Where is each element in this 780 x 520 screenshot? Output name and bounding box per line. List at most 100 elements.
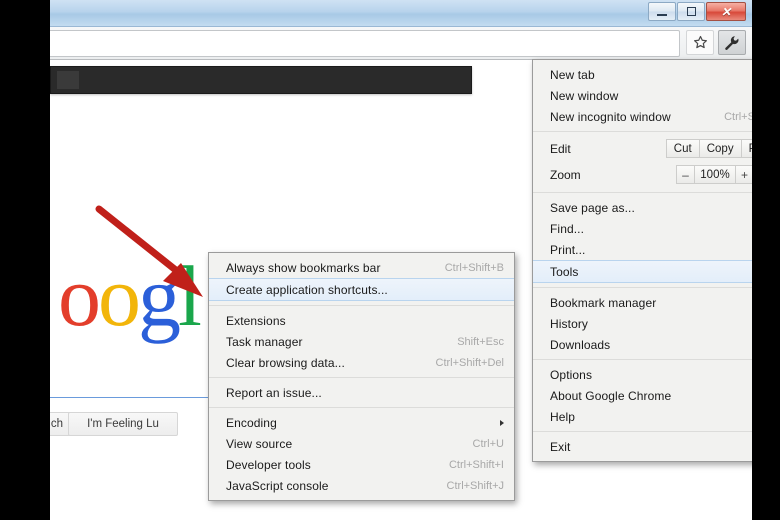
menu-item-shortcut: Ctrl+Shift+I — [448, 458, 504, 471]
window-titlebar: ✕ — [50, 0, 752, 27]
menu-item-label: Bookmark manager — [550, 295, 657, 310]
menu-item-label: Zoom — [550, 167, 581, 182]
menu-options[interactable]: Options — [533, 364, 752, 385]
menu-item-shortcut: Ctrl+Shift+J — [446, 479, 504, 492]
menu-item-shortcut: Ctrl+Shift+Del — [435, 356, 504, 369]
menu-new-incognito-window[interactable]: New incognito window Ctrl+Shift+N — [533, 106, 752, 127]
submenu-report-an-issue[interactable]: Report an issue... — [209, 382, 514, 403]
menu-edit: Edit CutCopyPaste — [533, 136, 752, 161]
menu-downloads[interactable]: Downloads Ctrl+J — [533, 334, 752, 355]
logo-letter-l: l — [178, 248, 202, 344]
star-icon — [693, 35, 707, 49]
menu-bookmark-manager[interactable]: Bookmark manager — [533, 292, 752, 313]
menu-item-label: Create application shortcuts... — [226, 282, 388, 297]
submenu-developer-tools[interactable]: Developer tools Ctrl+Shift+I — [209, 454, 514, 475]
bookmark-star-button[interactable] — [686, 30, 714, 55]
menu-item-label: Always show bookmarks bar — [226, 260, 381, 275]
menu-separator — [533, 192, 752, 193]
menu-new-tab[interactable]: New tab Ctrl+T — [533, 64, 752, 85]
menu-exit[interactable]: Exit — [533, 436, 752, 457]
menu-item-label: Options — [550, 367, 593, 382]
menu-item-label: Task manager — [226, 334, 303, 349]
edit-button-group: CutCopyPaste — [665, 139, 752, 158]
menu-separator — [533, 287, 752, 288]
menu-item-shortcut: Ctrl+S — [735, 202, 752, 214]
submenu-always-show-bookmarks-bar[interactable]: Always show bookmarks bar Ctrl+Shift+B — [209, 257, 514, 278]
menu-item-label: Encoding — [226, 415, 277, 430]
menu-item-label: Report an issue... — [226, 385, 322, 400]
menu-item-shortcut: Ctrl+T — [736, 69, 752, 81]
menu-item-shortcut: Ctrl+U — [472, 437, 504, 450]
menu-item-shortcut: Ctrl+N — [735, 90, 752, 102]
zoom-in-button[interactable]: + — [735, 165, 752, 184]
wrench-menu[interactable]: New tab Ctrl+T New window Ctrl+N New incogni… — [532, 59, 752, 462]
menu-item-shortcut: Shift+Esc — [457, 335, 504, 348]
browser-toolbar — [50, 27, 752, 60]
tools-submenu[interactable]: Always show bookmarks bar Ctrl+Shift+B Cre… — [208, 252, 515, 501]
submenu-extensions[interactable]: Extensions — [209, 310, 514, 331]
menu-history[interactable]: History Ctrl+H — [533, 313, 752, 334]
close-icon: ✕ — [720, 4, 732, 19]
menu-item-label: New tab — [550, 67, 595, 82]
menu-item-label: Clear browsing data... — [226, 355, 345, 370]
menu-save-page-as[interactable]: Save page as... Ctrl+S — [533, 197, 752, 218]
submenu-arrow-icon — [500, 419, 504, 426]
menu-item-label: New window — [550, 88, 619, 103]
letterbox-left — [0, 0, 50, 520]
google-nav-bar — [50, 66, 472, 94]
menu-new-window[interactable]: New window Ctrl+N — [533, 85, 752, 106]
menu-separator — [209, 305, 514, 306]
address-bar[interactable] — [50, 30, 680, 57]
menu-separator — [209, 407, 514, 408]
menu-item-shortcut: Ctrl+J — [737, 339, 752, 351]
wrench-icon — [725, 35, 739, 50]
menu-item-label: Save page as... — [550, 200, 635, 215]
letterbox-right — [752, 0, 780, 520]
edit-copy-button[interactable]: Copy — [698, 139, 742, 158]
menu-find[interactable]: Find... Ctrl+F — [533, 218, 752, 239]
minimize-button[interactable] — [648, 2, 676, 21]
submenu-view-source[interactable]: View source Ctrl+U — [209, 433, 514, 454]
google-nav-tab — [57, 71, 79, 89]
zoom-out-button[interactable]: – — [676, 165, 695, 184]
maximize-icon — [686, 7, 696, 16]
menu-item-shortcut: Ctrl+Shift+B — [444, 261, 504, 274]
google-logo: oogl — [58, 248, 202, 344]
menu-separator — [533, 131, 752, 132]
menu-zoom: Zoom –100% + — [533, 161, 752, 188]
menu-print[interactable]: Print... Ctrl+P — [533, 239, 752, 260]
menu-about-google-chrome[interactable]: About Google Chrome — [533, 385, 752, 406]
submenu-create-application-shortcuts[interactable]: Create application shortcuts... — [209, 278, 514, 301]
menu-item-shortcut: Ctrl+Shift+N — [724, 110, 752, 123]
menu-help[interactable]: HelpF1 — [533, 406, 752, 427]
menu-separator — [533, 431, 752, 432]
menu-item-shortcut: Ctrl+F — [736, 223, 752, 235]
menu-item-label: New incognito window — [550, 109, 671, 124]
submenu-clear-browsing-data[interactable]: Clear browsing data... Ctrl+Shift+Del — [209, 352, 514, 373]
submenu-encoding[interactable]: Encoding — [209, 412, 514, 433]
logo-letter-o1: o — [58, 248, 101, 344]
edit-cut-button[interactable]: Cut — [665, 139, 700, 158]
close-button[interactable]: ✕ — [706, 2, 746, 21]
menu-item-label: History — [550, 316, 589, 331]
im-feeling-lucky-button[interactable]: I'm Feeling Lu — [68, 412, 178, 436]
menu-item-label: Downloads — [550, 337, 611, 352]
submenu-task-manager[interactable]: Task manager Shift+Esc — [209, 331, 514, 352]
wrench-menu-button[interactable] — [718, 30, 746, 55]
menu-item-label: Print... — [550, 242, 586, 257]
menu-item-shortcut: Ctrl+H — [735, 318, 752, 330]
minimize-icon — [657, 13, 667, 16]
submenu-javascript-console[interactable]: JavaScript console Ctrl+Shift+J — [209, 475, 514, 496]
edit-paste-button[interactable]: Paste — [740, 139, 752, 158]
maximize-button[interactable] — [677, 2, 705, 21]
menu-item-shortcut: Ctrl+P — [735, 244, 752, 256]
logo-letter-o2: o — [98, 248, 141, 344]
menu-separator — [209, 377, 514, 378]
menu-tools[interactable]: Tools — [533, 260, 752, 283]
window-controls: ✕ — [648, 2, 746, 21]
menu-item-label: Edit — [550, 141, 571, 156]
menu-item-label: About Google Chrome — [550, 388, 672, 403]
menu-item-label: View source — [226, 436, 293, 451]
menu-item-label: JavaScript console — [226, 478, 329, 493]
screenshot-stage: ✕ oogl ch I'm Feeling Lu New tab New win… — [0, 0, 780, 520]
